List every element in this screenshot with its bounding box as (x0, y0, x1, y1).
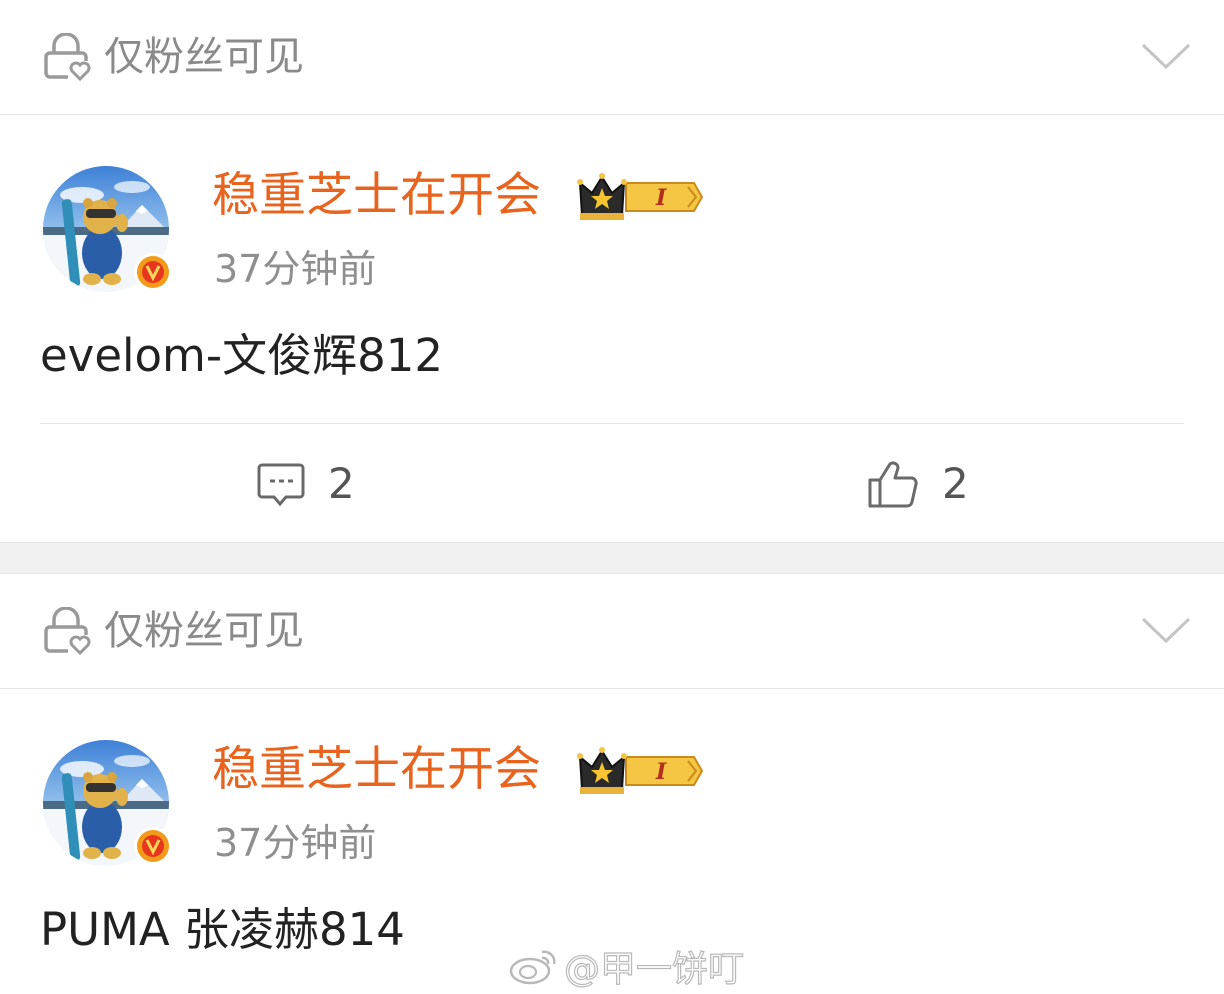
post-text: evelom-文俊辉812 (40, 329, 444, 382)
level-badge: I (655, 759, 667, 785)
username[interactable]: 稳重芝士在开会 (212, 740, 541, 800)
avatar[interactable] (42, 739, 172, 869)
timestamp: 37分钟前 (214, 821, 377, 865)
crown-icon: I (577, 747, 704, 794)
post-card: 仅粉丝可见 (0, 574, 1224, 992)
comment-count: 2 (328, 459, 355, 508)
post-text: PUMA 张凌赫814 (40, 903, 405, 956)
comment-button[interactable]: 2 (256, 452, 355, 516)
username[interactable]: 稳重芝士在开会 (212, 166, 541, 226)
lock-heart-icon (44, 607, 91, 655)
like-count: 2 (942, 459, 969, 508)
divider (40, 423, 1184, 424)
level-badge: I (655, 185, 667, 211)
visibility-label: 仅粉丝可见 (104, 34, 304, 80)
visibility-row: 仅粉丝可见 (0, 0, 1224, 115)
lock-heart-icon (44, 33, 91, 81)
visibility-row: 仅粉丝可见 (0, 574, 1224, 689)
chevron-down-icon[interactable] (1140, 614, 1192, 646)
weibo-logo-icon (509, 950, 556, 985)
crown-icon: I (577, 173, 704, 220)
timestamp: 37分钟前 (214, 247, 377, 291)
watermark-text: @甲一饼叮 (563, 948, 745, 990)
avatar[interactable] (42, 165, 172, 295)
comment-icon (257, 463, 305, 507)
visibility-label: 仅粉丝可见 (104, 608, 304, 654)
post-separator (0, 542, 1224, 574)
watermark: @甲一饼叮 (508, 938, 745, 994)
post-card: 仅粉丝可见 (0, 0, 1224, 542)
chevron-down-icon[interactable] (1140, 40, 1192, 72)
thumbs-up-icon (868, 461, 918, 508)
like-button[interactable]: 2 (866, 452, 969, 516)
